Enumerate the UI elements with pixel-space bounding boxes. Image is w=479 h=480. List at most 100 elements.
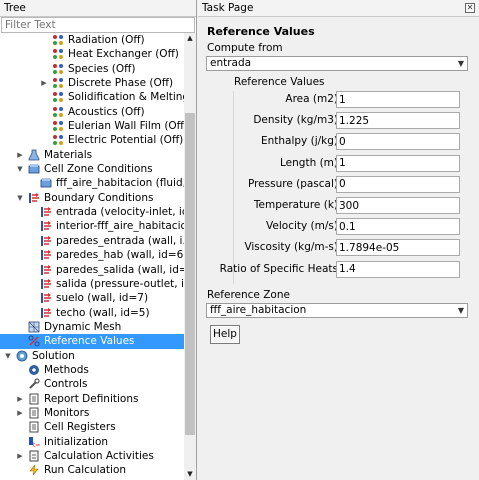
reference-value-label: Area (m2): [285, 93, 338, 105]
help-button[interactable]: Help: [210, 325, 240, 344]
tree-item[interactable]: Radiation (Off): [0, 33, 184, 47]
tree-item[interactable]: ▶ Discrete Phase (Off): [0, 76, 184, 90]
reference-value-row: Area (m2): [234, 91, 466, 109]
expand-arrow-icon[interactable]: ▶: [16, 151, 24, 159]
tree-item-label: Acoustics (Off): [68, 105, 145, 118]
tree-item[interactable]: Reference Values: [0, 334, 184, 349]
tree-item[interactable]: Species (Off): [0, 62, 184, 76]
tree-item-label: Dynamic Mesh: [44, 320, 122, 333]
tree-item-label: Cell Zone Conditions: [44, 163, 153, 176]
tree-item-label: Radiation (Off): [68, 34, 145, 46]
tree-item[interactable]: ▼ Cell Zone Conditions: [0, 162, 184, 176]
tree-item-label: Solution: [32, 349, 75, 362]
reference-value-input[interactable]: [336, 260, 460, 278]
reference-values-icon: [28, 335, 40, 347]
boundary-icon: [40, 235, 52, 247]
report-definitions-icon: [28, 393, 40, 405]
reference-value-row: Density (kg/m3): [234, 112, 466, 130]
reference-value-input[interactable]: [336, 197, 460, 214]
solidification-icon: [52, 91, 64, 103]
tree-item[interactable]: techo (wall, id=5): [0, 306, 184, 320]
expand-arrow-icon[interactable]: ▶: [16, 409, 24, 417]
reference-value-input[interactable]: [336, 154, 460, 172]
scrollbar-thumb[interactable]: [185, 113, 195, 435]
reference-value-label: Velocity (m/s): [266, 220, 338, 233]
tree-item[interactable]: paredes_entrada (wall, i...: [0, 234, 184, 248]
reference-zone-value: fff_aire_habitacion: [210, 304, 307, 316]
tree-item[interactable]: Controls: [0, 377, 184, 391]
tree-item[interactable]: Electric Potential (Off): [0, 133, 184, 147]
tree-item-label: paredes_salida (wall, id=...: [56, 263, 184, 276]
tree-item[interactable]: ▼ Solution: [0, 349, 184, 363]
reference-value-input[interactable]: [336, 112, 460, 130]
filter-text-input[interactable]: [1, 17, 195, 33]
tree-item[interactable]: ▶ Materials: [0, 148, 184, 162]
boundary-icon: [40, 264, 52, 276]
controls-icon: [28, 378, 40, 390]
reference-value-row: Enthalpy (j/kg): [234, 133, 466, 151]
tree-item[interactable]: Dynamic Mesh: [0, 320, 184, 334]
tree-item[interactable]: salida (pressure-outlet, i...: [0, 277, 184, 291]
tree-item[interactable]: ▶ Calculation Activities: [0, 449, 184, 463]
tree-item[interactable]: Eulerian Wall Film (Off): [0, 119, 184, 133]
tree-item[interactable]: Solidification & Melting (...: [0, 90, 184, 104]
reference-value-label: Density (kg/m3): [253, 114, 338, 127]
dynamic-mesh-icon: [28, 321, 40, 333]
task-page-header: Task Page ✕: [198, 0, 479, 17]
compute-from-dropdown[interactable]: entrada ▼: [206, 56, 468, 71]
collapse-arrow-icon[interactable]: ▼: [4, 352, 12, 360]
reference-value-input[interactable]: [336, 239, 460, 257]
expand-arrow-icon[interactable]: ▶: [16, 395, 24, 403]
tree-scrollbar[interactable]: ▲ ▼: [184, 33, 196, 480]
tree-item[interactable]: Run Calculation: [0, 463, 184, 477]
reference-value-input[interactable]: [336, 91, 460, 108]
tree-item[interactable]: ▼ Boundary Conditions: [0, 191, 184, 205]
tree-item-label: paredes_hab (wall, id=6): [56, 249, 184, 262]
reference-values-group-label: Reference Values: [234, 76, 325, 88]
species-icon: [52, 63, 64, 75]
collapse-arrow-icon[interactable]: ▼: [16, 194, 24, 202]
close-icon[interactable]: ✕: [465, 3, 475, 13]
chevron-down-icon: ▼: [457, 306, 464, 315]
boundary-icon: [40, 206, 52, 218]
tree-item[interactable]: Acoustics (Off): [0, 105, 184, 119]
tree-item[interactable]: Cell Registers: [0, 420, 184, 434]
tree-item[interactable]: interior-fff_aire_habitacio...: [0, 219, 184, 233]
tree-item[interactable]: ▶ Report Definitions: [0, 392, 184, 406]
cell-zone-icon: [28, 163, 40, 175]
boundary-icon: [40, 220, 52, 232]
boundary-icon: [40, 307, 52, 319]
collapse-arrow-icon[interactable]: ▼: [16, 165, 24, 173]
tree-item-label: salida (pressure-outlet, i...: [56, 277, 184, 290]
boundary-icon: [40, 249, 52, 261]
reference-value-input[interactable]: [336, 175, 460, 193]
reference-value-input[interactable]: [336, 218, 460, 236]
reference-value-input[interactable]: [336, 133, 460, 151]
tree-item-label: Discrete Phase (Off): [68, 77, 174, 90]
materials-icon: [28, 149, 40, 161]
tree-item-label: Methods: [44, 363, 89, 376]
tree-item[interactable]: Heat Exchanger (Off): [0, 47, 184, 61]
tree-item[interactable]: ▶ Monitors: [0, 406, 184, 420]
tree-item[interactable]: Methods: [0, 363, 184, 377]
tree-item-label: Calculation Activities: [44, 449, 154, 462]
reference-values-group: Area (m2) Density (kg/m3) Enthalpy (j/kg) L…: [220, 91, 466, 284]
tree-item-label: entrada (velocity-inlet, id...: [56, 206, 184, 219]
tree-item[interactable]: paredes_hab (wall, id=6): [0, 248, 184, 262]
tree-item[interactable]: paredes_salida (wall, id=...: [0, 263, 184, 277]
tree-item[interactable]: entrada (velocity-inlet, id...: [0, 205, 184, 219]
tree-item[interactable]: t=0 Initialization: [0, 435, 184, 449]
scroll-up-arrow-icon[interactable]: ▲: [184, 33, 196, 44]
compute-from-label: Compute from: [207, 42, 283, 54]
expand-arrow-icon[interactable]: ▶: [40, 79, 48, 87]
tree-item[interactable]: suelo (wall, id=7): [0, 291, 184, 305]
fluid-zone-icon: [40, 177, 52, 189]
tree-item[interactable]: fff_aire_habitacion (fluid, ...: [0, 176, 184, 190]
expand-arrow-icon[interactable]: ▶: [16, 452, 24, 460]
reference-zone-dropdown[interactable]: fff_aire_habitacion ▼: [206, 303, 468, 318]
reference-value-row: Ratio of Specific Heats: [220, 260, 466, 279]
task-page-panel: Task Page ✕ Reference Values Compute fro…: [198, 0, 479, 480]
compute-from-value: entrada: [210, 57, 252, 69]
svg-text:t=0: t=0: [33, 442, 40, 448]
scroll-down-arrow-icon[interactable]: ▼: [184, 469, 196, 480]
